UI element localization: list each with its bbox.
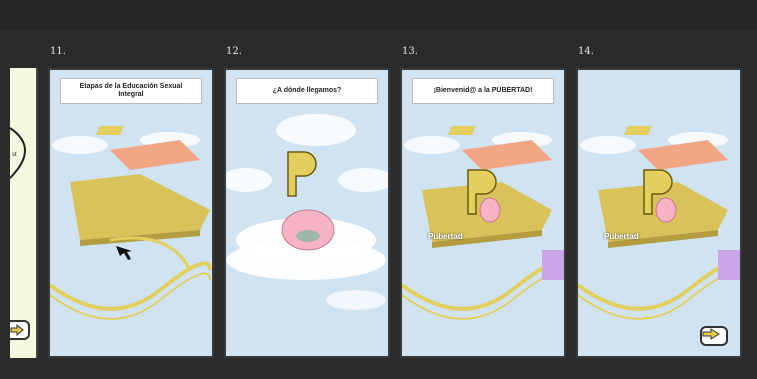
slide-number: 12.: [226, 46, 242, 57]
bottom-bar: [0, 363, 757, 379]
slide-11-art: [50, 126, 212, 320]
slide-number: 11.: [50, 46, 66, 57]
slide-14-art: [578, 126, 740, 320]
top-bar: [0, 0, 757, 30]
slide-12-art: [226, 114, 388, 310]
slide-13-art: [402, 126, 564, 320]
next-slide-button[interactable]: [700, 326, 728, 346]
slide-thumbnail-14[interactable]: Pubertad: [576, 68, 742, 358]
prev-slide-next-button[interactable]: [10, 320, 30, 340]
slide-title: ¡Bienvenid@ a la PUBERTAD!: [412, 78, 554, 104]
previous-slide-thumbnail[interactable]: st: [10, 68, 38, 358]
right-arrow-icon: [10, 324, 24, 336]
pubertad-label: Pubertad: [428, 232, 463, 241]
previous-slide-art: st: [10, 127, 26, 179]
cursor-arrow: [116, 246, 132, 260]
right-arrow-icon: [702, 328, 720, 340]
letter-p-mascot-icon: [287, 151, 317, 197]
slide-thumbnail-13[interactable]: ¡Bienvenid@ a la PUBERTAD! Pubertad: [400, 68, 566, 358]
slide-title: Etapas de la Educación Sexual Integral: [60, 78, 202, 104]
slide-number: 14.: [578, 46, 594, 57]
slide-number: 13.: [402, 46, 418, 57]
svg-text:st: st: [12, 152, 17, 158]
slide-thumbnail-11[interactable]: Etapas de la Educación Sexual Integral: [48, 68, 214, 358]
editor-window: st 11. Etapas de la Educación Sexual Int…: [0, 0, 757, 379]
slide-thumbnail-12[interactable]: ¿A dónde llegamos?: [224, 68, 390, 358]
pubertad-label: Pubertad: [604, 232, 639, 241]
slide-title: ¿A dónde llegamos?: [236, 78, 378, 104]
